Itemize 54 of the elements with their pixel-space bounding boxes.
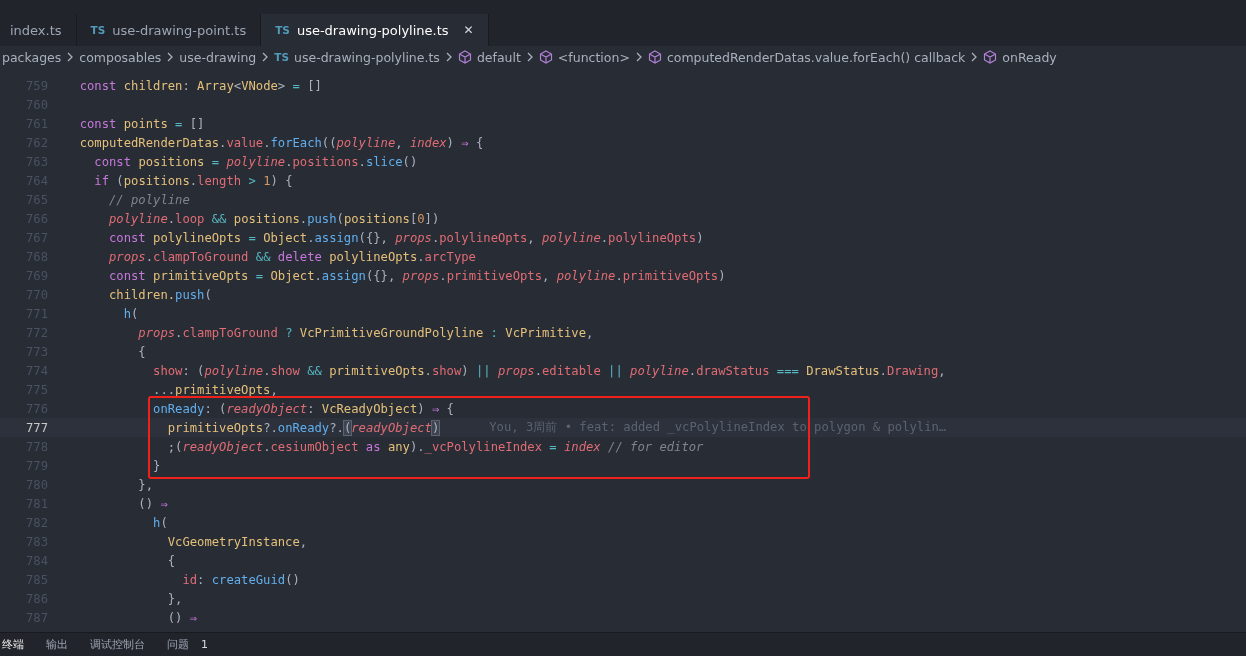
code-line: props.clampToGround ? VcPrimitiveGroundPolyline : VcPrimitive, [137, 325, 594, 340]
code-line: () ⇒ [137, 496, 168, 511]
breadcrumb-item[interactable]: composables [79, 49, 162, 65]
panel-tab[interactable]: 调试控制台 [90, 637, 145, 652]
code-line: ;(readyObject.cesiumObject as any)._vcPolylineIndex = index // for editor [166, 439, 704, 454]
code-line: id: createGuid() [181, 572, 300, 587]
code-line: h( [152, 515, 168, 530]
code-line: const primitiveOpts = Object.assign({}, props.primitiveOpts, polyline.primitiveOpts) [108, 268, 726, 283]
code-line: const positions = polyline.positions.slice() [93, 154, 418, 169]
editor-tab[interactable]: TS use-drawing-polyline.ts ✕ [261, 14, 489, 46]
code-line: h( [122, 306, 139, 321]
tab-label: use-drawing-point.ts [112, 22, 247, 38]
breadcrumb-item[interactable]: use-drawing-polyline.ts [294, 49, 440, 65]
code-line: const polylineOpts = Object.assign({}, props.polylineOpts, polyline.polylineOpts) [108, 230, 704, 245]
breadcrumb-item[interactable]: computedRenderDatas.value.forEach() callback [666, 49, 966, 65]
close-icon[interactable]: ✕ [463, 23, 474, 37]
code-line: polyline.loop && positions.push(positions[0]) [108, 211, 440, 226]
typescript-file-icon: TS [90, 24, 106, 36]
code-line: () ⇒ [166, 610, 198, 625]
typescript-file-icon: TS [274, 51, 290, 63]
code-line: if (positions.length > 1) { [93, 173, 293, 188]
panel-tab[interactable]: 终端 [2, 637, 24, 652]
code-line: }, [137, 477, 154, 492]
line-number: 777 [25, 420, 48, 435]
code-line: children.push( [108, 287, 212, 302]
code-line: computedRenderDatas.value.forEach((polyline, index) ⇒ { [78, 135, 484, 150]
code-line: onReady: (readyObject: VcReadyObject) ⇒ { [152, 401, 454, 416]
breadcrumb-item[interactable]: packages [2, 49, 62, 65]
code-line: { [166, 553, 176, 568]
code-line: ...primitiveOpts, [152, 382, 278, 397]
tab-label: index.ts [10, 22, 62, 38]
breadcrumb-item[interactable]: default [476, 49, 521, 65]
typescript-file-icon: TS [275, 24, 290, 36]
code-line: const points = [] [78, 116, 205, 131]
tab-label: use-drawing-polyline.ts [296, 22, 449, 38]
code-line: show: (polyline.show && primitiveOpts.show) || props.editable || polyline.drawStatus === DrawStatus.Drawing, [152, 363, 946, 378]
code-line: VcGeometryInstance, [166, 534, 308, 549]
code-line: }, [166, 591, 183, 606]
panel-tab[interactable]: 输出 [46, 637, 68, 652]
code-line: const children: Array<VNode> = [] [78, 78, 322, 93]
cube-icon [647, 50, 662, 64]
panel-tab[interactable]: 问题 [167, 637, 189, 652]
breadcrumb-item[interactable]: onReady [1002, 49, 1057, 65]
code-line: primitiveOpts?.onReady?.(readyObject) [166, 420, 440, 435]
code-line: props.clampToGround && delete polylineOpts.arcType [108, 249, 476, 264]
cube-icon [457, 50, 472, 64]
code-line: { [137, 344, 146, 359]
breadcrumb-item[interactable]: <function> [557, 49, 630, 65]
problem-count: 1 [201, 638, 208, 651]
code-line: // polyline [108, 192, 190, 207]
cube-icon [538, 50, 553, 64]
code-line: } [152, 458, 161, 473]
cube-icon [983, 50, 998, 64]
breadcrumb-item[interactable]: use-drawing [179, 49, 257, 65]
